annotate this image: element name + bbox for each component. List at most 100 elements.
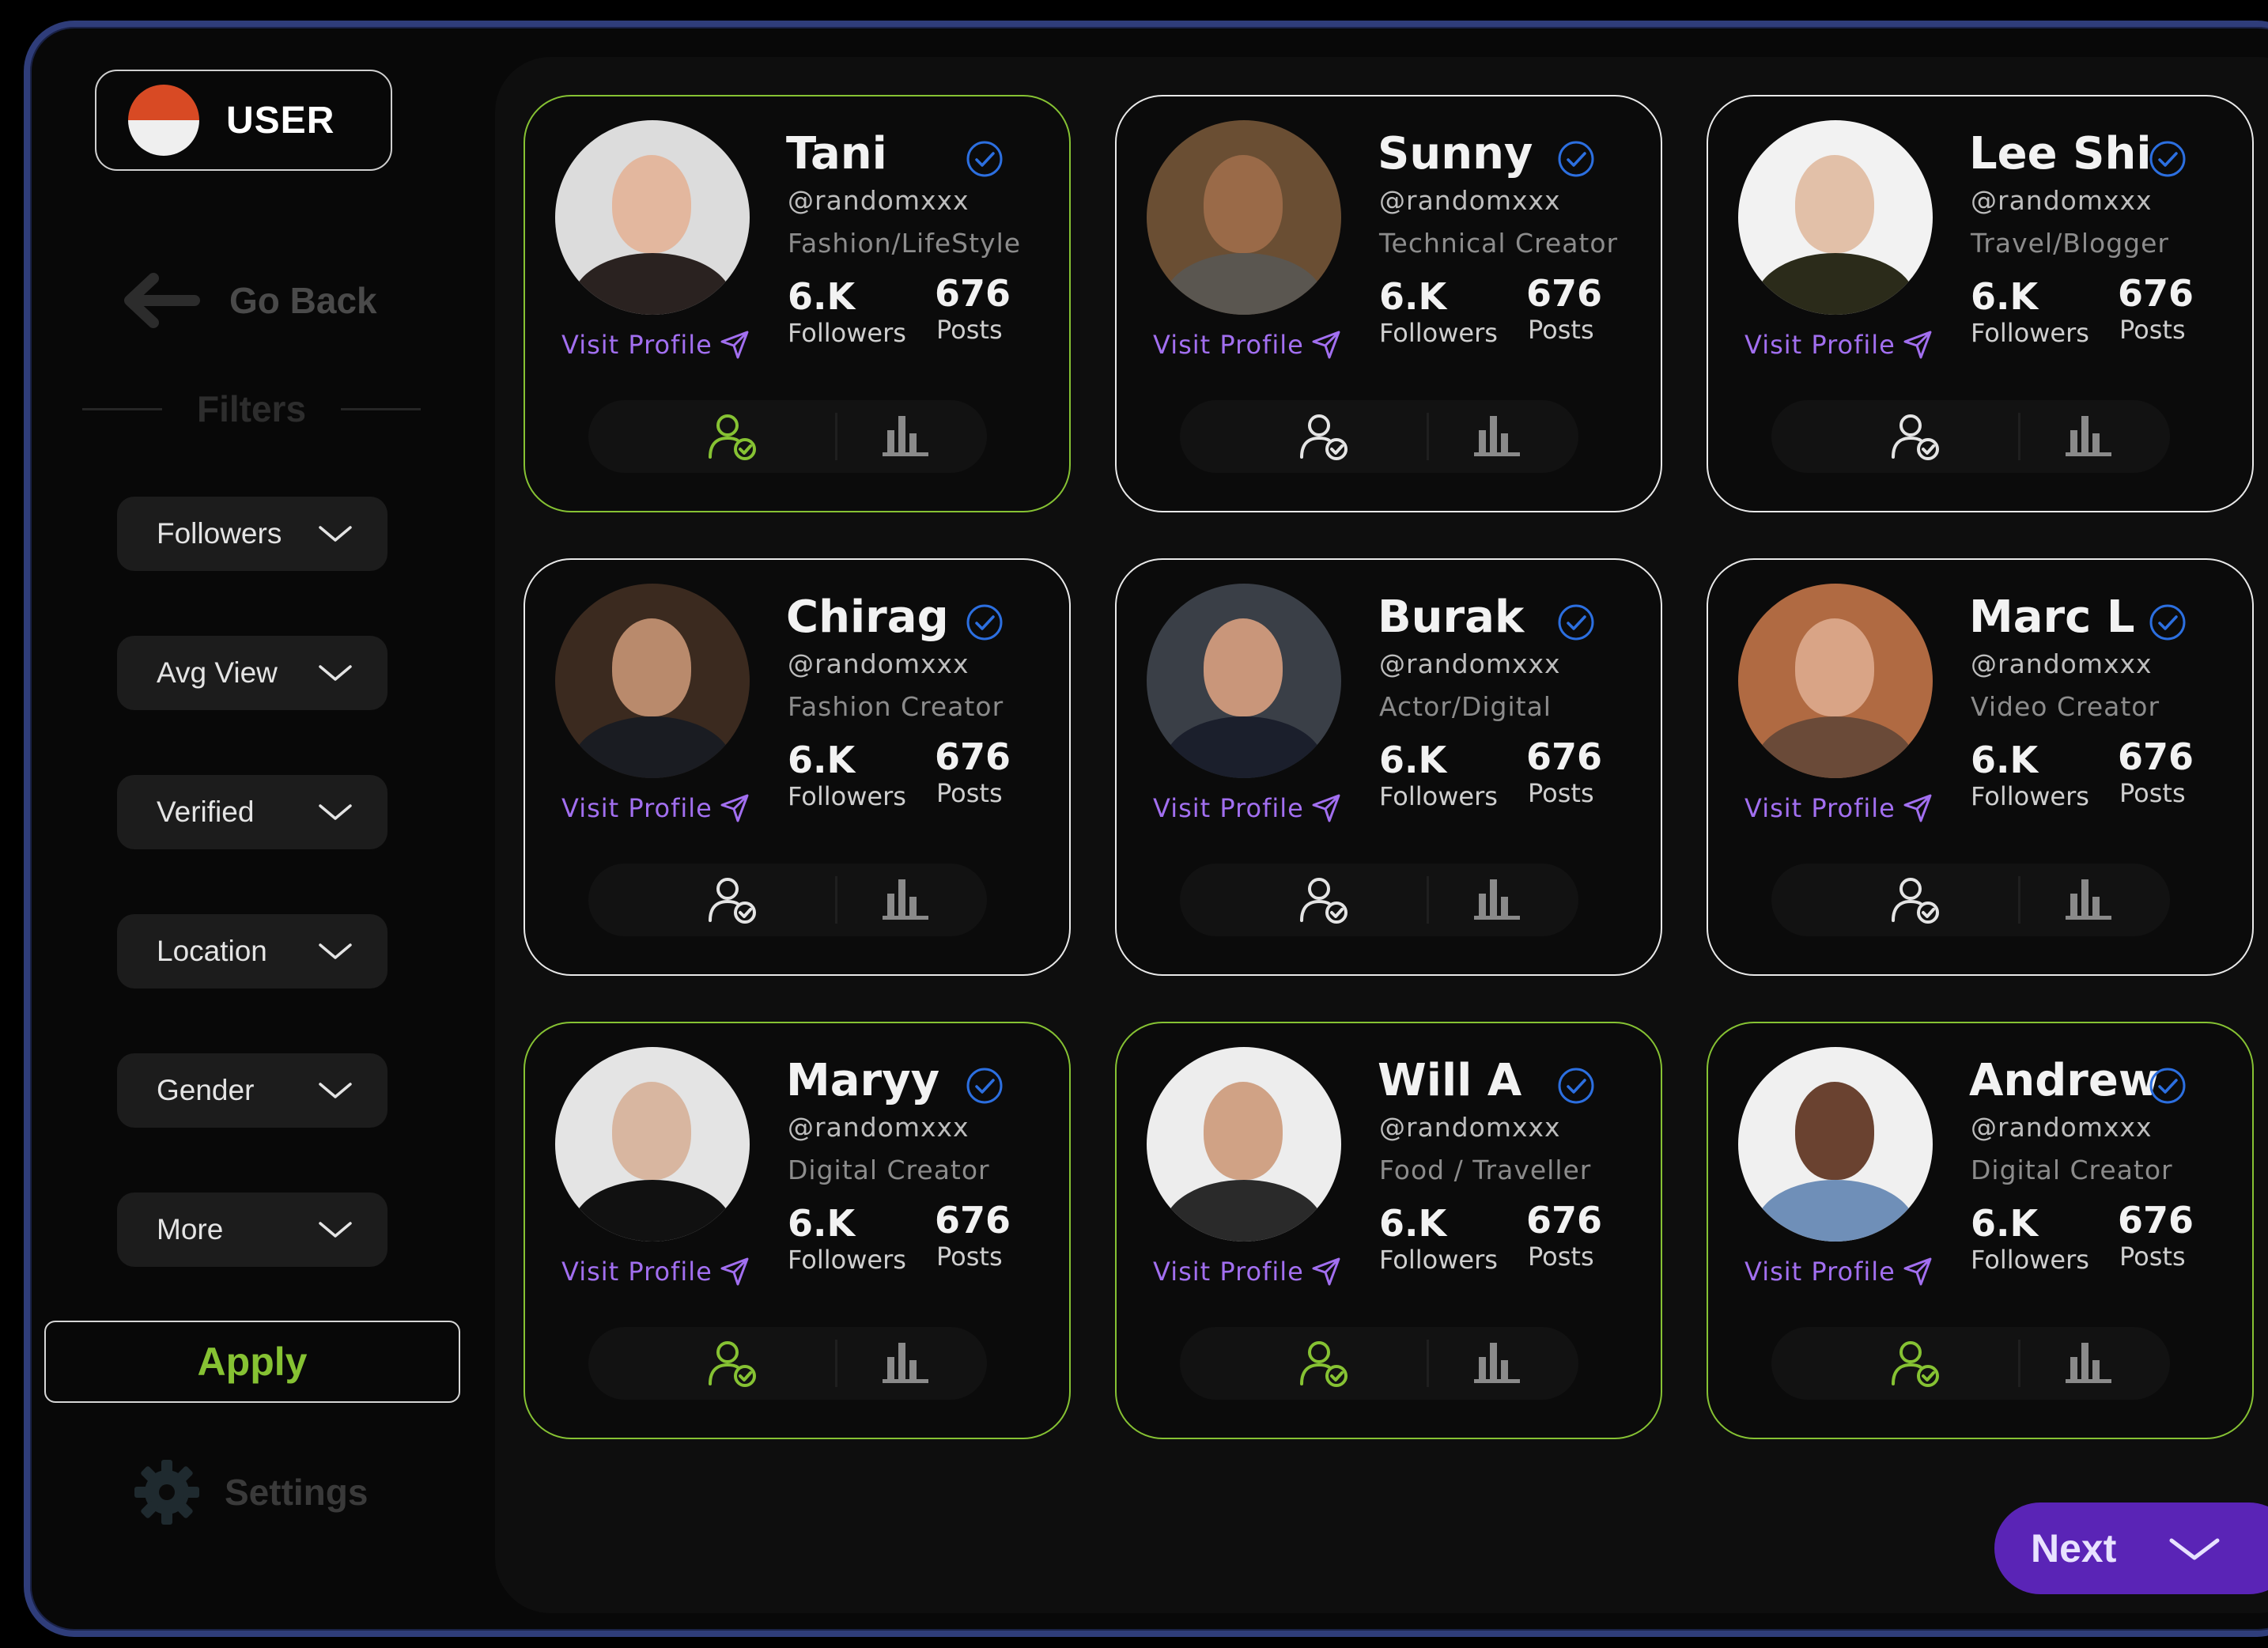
bar-chart-icon[interactable] xyxy=(2064,413,2113,457)
card-actions xyxy=(1771,864,2170,936)
follow-user-icon[interactable] xyxy=(1890,1338,1942,1390)
bar-chart-icon[interactable] xyxy=(1472,413,1521,457)
follow-user-icon[interactable] xyxy=(707,1338,759,1390)
posts-label: Posts xyxy=(1528,315,1594,345)
profile-category: Fashion Creator xyxy=(788,691,1004,722)
visit-profile-link[interactable]: Visit Profile xyxy=(1153,792,1342,824)
filter-dropdown[interactable]: More xyxy=(117,1193,387,1267)
apply-button[interactable]: Apply xyxy=(44,1321,460,1403)
divider xyxy=(82,407,162,410)
bar-chart-icon[interactable] xyxy=(881,1340,930,1384)
filter-dropdown[interactable]: Followers xyxy=(117,497,387,571)
bar-chart-icon[interactable] xyxy=(881,413,930,457)
follow-user-icon[interactable] xyxy=(1890,875,1942,927)
filter-dropdown[interactable]: Location xyxy=(117,914,387,988)
verified-icon xyxy=(966,1068,1003,1104)
bar-chart-icon[interactable] xyxy=(2064,876,2113,920)
verified-icon xyxy=(966,141,1003,177)
settings-button[interactable]: Settings xyxy=(133,1458,368,1526)
divider xyxy=(835,876,837,924)
profile-name: Tani xyxy=(786,128,887,180)
profile-handle: @randomxxx xyxy=(1379,1112,1561,1143)
settings-label: Settings xyxy=(225,1472,369,1513)
chevron-down-icon xyxy=(319,1222,352,1238)
profile-handle: @randomxxx xyxy=(1971,185,2153,216)
profile-name: Will A xyxy=(1378,1055,1522,1106)
followers-label: Followers xyxy=(1971,318,2089,348)
bar-chart-icon[interactable] xyxy=(1472,876,1521,920)
profile-handle: @randomxxx xyxy=(1379,185,1561,216)
posts-label: Posts xyxy=(936,1242,1003,1272)
next-button[interactable]: Next xyxy=(1994,1502,2268,1594)
gear-icon xyxy=(134,1460,199,1525)
profile-name: Maryy xyxy=(786,1055,940,1106)
visit-profile-link[interactable]: Visit Profile xyxy=(1744,1256,1933,1287)
follow-user-icon[interactable] xyxy=(707,411,759,463)
chevron-down-icon xyxy=(319,665,352,681)
visit-profile-label: Visit Profile xyxy=(1744,330,1896,360)
profile-category: Video Creator xyxy=(1971,691,2160,722)
followers-count: 6.K xyxy=(1379,275,1447,318)
avatar xyxy=(1147,1047,1341,1242)
followers-label: Followers xyxy=(1379,781,1498,811)
visit-profile-link[interactable]: Visit Profile xyxy=(1744,792,1933,824)
profile-name: Burak xyxy=(1378,592,1525,643)
verified-icon xyxy=(2149,141,2186,177)
verified-icon xyxy=(966,604,1003,641)
follow-user-icon[interactable] xyxy=(1298,411,1351,463)
filter-dropdown[interactable]: Verified xyxy=(117,775,387,849)
visit-profile-link[interactable]: Visit Profile xyxy=(561,792,750,824)
user-avatar xyxy=(128,85,199,156)
visit-profile-label: Visit Profile xyxy=(1744,793,1896,823)
posts-count: 676 xyxy=(1526,1199,1603,1242)
profile-handle: @randomxxx xyxy=(1971,1112,2153,1143)
followers-label: Followers xyxy=(788,781,906,811)
verified-icon xyxy=(2149,604,2186,641)
send-icon xyxy=(1312,1257,1340,1286)
visit-profile-link[interactable]: Visit Profile xyxy=(1153,329,1342,361)
filters-title: Filters xyxy=(196,388,307,429)
profile-card: Maryy @randomxxx Digital Creator 6.K Followe… xyxy=(524,1022,1071,1439)
visit-profile-label: Visit Profile xyxy=(1153,330,1304,360)
profile-category: Digital Creator xyxy=(1971,1155,2173,1185)
send-icon xyxy=(720,794,749,822)
follow-user-icon[interactable] xyxy=(1890,411,1942,463)
verified-icon xyxy=(1558,141,1594,177)
followers-label: Followers xyxy=(1379,1245,1498,1275)
filter-label: More xyxy=(157,1213,224,1245)
divider xyxy=(1427,876,1429,924)
filter-dropdown[interactable]: Avg View xyxy=(117,636,387,710)
visit-profile-link[interactable]: Visit Profile xyxy=(561,329,750,361)
visit-profile-link[interactable]: Visit Profile xyxy=(1153,1256,1342,1287)
chevron-down-icon xyxy=(319,526,352,542)
avatar xyxy=(1147,120,1341,315)
profile-card: Sunny @randomxxx Technical Creator 6.K Follo… xyxy=(1115,95,1662,512)
profile-name: Andrew xyxy=(1969,1055,2160,1106)
user-label: USER xyxy=(226,99,335,142)
visit-profile-link[interactable]: Visit Profile xyxy=(561,1256,750,1287)
filter-label: Avg View xyxy=(157,656,278,689)
followers-count: 6.K xyxy=(788,739,856,781)
followers-count: 6.K xyxy=(788,1202,856,1245)
follow-user-icon[interactable] xyxy=(1298,875,1351,927)
send-icon xyxy=(1312,794,1340,822)
avatar xyxy=(555,1047,750,1242)
followers-label: Followers xyxy=(788,318,906,348)
divider xyxy=(2018,1340,2020,1387)
filter-label: Verified xyxy=(157,796,255,828)
go-back-button[interactable]: Go Back xyxy=(119,269,377,332)
followers-count: 6.K xyxy=(1379,739,1447,781)
followers-count: 6.K xyxy=(1971,1202,2039,1245)
profile-card: Lee Shi @randomxxx Travel/Blogger 6.K Follow… xyxy=(1707,95,2254,512)
filter-dropdown[interactable]: Gender xyxy=(117,1053,387,1128)
avatar xyxy=(1738,1047,1933,1242)
follow-user-icon[interactable] xyxy=(1298,1338,1351,1390)
posts-count: 676 xyxy=(1526,735,1603,778)
bar-chart-icon[interactable] xyxy=(881,876,930,920)
bar-chart-icon[interactable] xyxy=(2064,1340,2113,1384)
bar-chart-icon[interactable] xyxy=(1472,1340,1521,1384)
user-pill[interactable]: USER xyxy=(95,70,392,171)
follow-user-icon[interactable] xyxy=(707,875,759,927)
followers-label: Followers xyxy=(1971,1245,2089,1275)
visit-profile-link[interactable]: Visit Profile xyxy=(1744,329,1933,361)
